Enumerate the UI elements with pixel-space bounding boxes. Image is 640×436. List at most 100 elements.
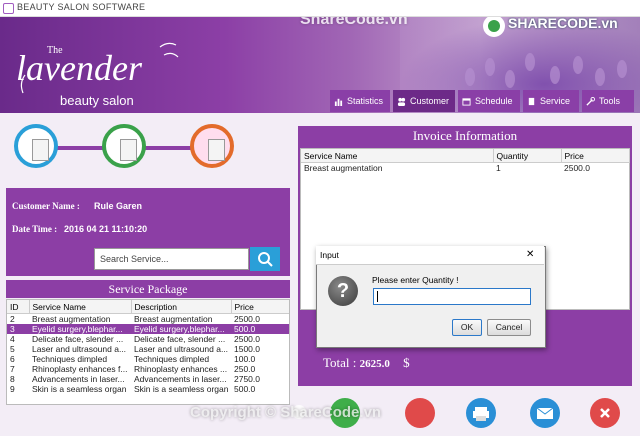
invoice-icon — [208, 139, 225, 161]
table-row[interactable]: 4 Delicate face, slender ... Delicate face… — [7, 334, 289, 344]
table-row[interactable]: 8 Advancements in laser... Advancements in… — [7, 374, 289, 384]
table-cell: Advancements in laser... — [32, 374, 125, 384]
table-row[interactable]: 9 Skin is a seamless organ Skin is a seaml… — [7, 384, 289, 394]
search-icon — [258, 252, 273, 267]
customer-name-value: Rule Garen — [94, 201, 143, 211]
sharecode-logo-icon — [483, 17, 505, 37]
sp-column-header[interactable]: Service Name — [29, 300, 132, 314]
table-cell: Breast augmentation — [304, 163, 383, 173]
window-titlebar: BEAUTY SALON SOFTWARE — [0, 0, 640, 17]
inv-column-header[interactable]: Quantity — [493, 149, 562, 163]
search-input[interactable]: Search Service... — [94, 248, 249, 270]
invoice-title: Invoice Information — [412, 128, 518, 143]
inv-column-header[interactable]: Service Name — [301, 149, 494, 163]
service-package-title: Service Package — [6, 280, 290, 298]
quantity-input[interactable] — [373, 288, 531, 305]
datetime-label: Date Time : — [12, 224, 58, 234]
spreadsheet-icon — [120, 139, 137, 161]
table-cell: 2750.0 — [234, 374, 260, 384]
table-row[interactable]: 7 Rhinoplasty enhances f... Rhinoplasty en… — [7, 364, 289, 374]
table-row[interactable]: 5 Laser and ultrasound a... Laser and ultr… — [7, 344, 289, 354]
table-cell: Laser and ultrasound a... — [32, 344, 127, 354]
sp-column-header[interactable]: Price — [231, 300, 289, 314]
wrench-icon — [586, 96, 595, 106]
table-cell: 250.0 — [234, 364, 256, 374]
table-cell: 4 — [10, 334, 15, 344]
printer-icon — [473, 407, 489, 421]
inv-column-header[interactable]: Price — [561, 149, 630, 163]
cancel-button[interactable]: Cancel — [487, 319, 531, 336]
logo-subtitle: beauty salon — [60, 93, 134, 108]
delete-button[interactable] — [405, 398, 435, 428]
tab-tools[interactable]: Tools — [582, 90, 634, 112]
datetime-value: 2016 04 21 11:10:20 — [64, 224, 148, 234]
table-row[interactable]: 6 Techniques dimpled Techniques dimpled 100… — [7, 354, 289, 364]
dialog-message: Please enter Quantity ! — [372, 275, 459, 285]
table-cell: Rhinoplasty enhances f... — [32, 364, 128, 374]
close-button[interactable] — [590, 398, 620, 428]
tab-service[interactable]: Service — [523, 90, 579, 112]
table-cell: Eyelid surgery,blephar... — [131, 324, 231, 334]
ok-button[interactable]: OK — [452, 319, 482, 336]
table-cell: 1 — [496, 163, 501, 173]
tab-schedule[interactable]: Schedule — [458, 90, 520, 112]
tab-statistics[interactable]: Statistics — [330, 90, 390, 112]
book-icon — [528, 97, 535, 105]
tab-schedule-label: Schedule — [475, 96, 513, 106]
sp-column-header[interactable]: Description — [131, 300, 232, 314]
table-cell: 5 — [10, 344, 15, 354]
table-cell: 2500.0 — [234, 314, 260, 324]
customer-name-label: Customer Name : — [12, 201, 80, 211]
dialog-title: Input — [320, 250, 339, 260]
calendar-icon — [462, 97, 471, 106]
step-3-invoice[interactable] — [190, 124, 234, 168]
table-row[interactable]: 3 Eyelid surgery,blephar... Eyelid surgery… — [7, 324, 289, 334]
email-button[interactable] — [530, 398, 560, 428]
bar-chart-icon — [334, 98, 343, 106]
logo-title: lavender — [16, 48, 142, 88]
document-icon — [32, 139, 49, 161]
table-cell: 1500.0 — [234, 344, 260, 354]
step-2-service[interactable] — [102, 124, 146, 168]
step-1-customer[interactable] — [14, 124, 58, 168]
total-text: Total : — [323, 355, 357, 370]
question-icon: ? — [328, 276, 358, 306]
table-cell: Techniques dimpled — [32, 354, 108, 364]
table-cell: 500.0 — [234, 384, 256, 394]
text-cursor — [377, 291, 378, 302]
watermark-bottom: Copyright © ShareCode.vn — [190, 404, 382, 421]
currency-symbol: $ — [403, 355, 410, 370]
table-cell: 3 — [7, 324, 29, 334]
table-row[interactable]: 2 Breast augmentation Breast augmentation 2… — [7, 314, 289, 325]
envelope-icon — [536, 407, 554, 419]
tab-statistics-label: Statistics — [347, 96, 384, 106]
app-icon — [3, 3, 14, 14]
search-button[interactable] — [250, 247, 280, 271]
print-button[interactable] — [466, 398, 496, 428]
table-cell: Breast augmentation — [134, 314, 213, 324]
tab-customer[interactable]: Customer — [393, 90, 455, 112]
close-icon — [600, 408, 610, 418]
window-title: BEAUTY SALON SOFTWARE — [17, 2, 146, 12]
table-cell: 100.0 — [234, 354, 256, 364]
tab-customer-label: Customer — [410, 96, 450, 106]
watermark-top: ShareCode.vn — [300, 17, 408, 28]
service-package-table[interactable]: ID Service Name Description Price 2 Breast a… — [6, 299, 290, 405]
table-cell: Skin is a seamless organ — [134, 384, 229, 394]
table-cell: 9 — [10, 384, 15, 394]
table-row[interactable]: Breast augmentation 1 2500.0 — [301, 163, 629, 174]
table-cell: Breast augmentation — [32, 314, 111, 324]
table-cell: Delicate face, slender ... — [134, 334, 226, 344]
total-value: 2625.0 — [359, 358, 390, 370]
dialog-titlebar: Input ✕ — [316, 246, 544, 265]
table-cell: 2500.0 — [564, 163, 590, 173]
total-label: Total : 2625.0 $ — [323, 355, 410, 371]
table-cell: Techniques dimpled — [134, 354, 210, 364]
sp-column-header[interactable]: ID — [7, 300, 30, 314]
table-cell: 2500.0 — [234, 334, 260, 344]
table-cell: Skin is a seamless organ — [32, 384, 127, 394]
dialog-close-button[interactable]: ✕ — [526, 249, 534, 260]
table-cell: Delicate face, slender ... — [32, 334, 124, 344]
table-cell: Advancements in laser... — [134, 374, 227, 384]
table-cell: Rhinoplasty enhances ... — [134, 364, 228, 374]
